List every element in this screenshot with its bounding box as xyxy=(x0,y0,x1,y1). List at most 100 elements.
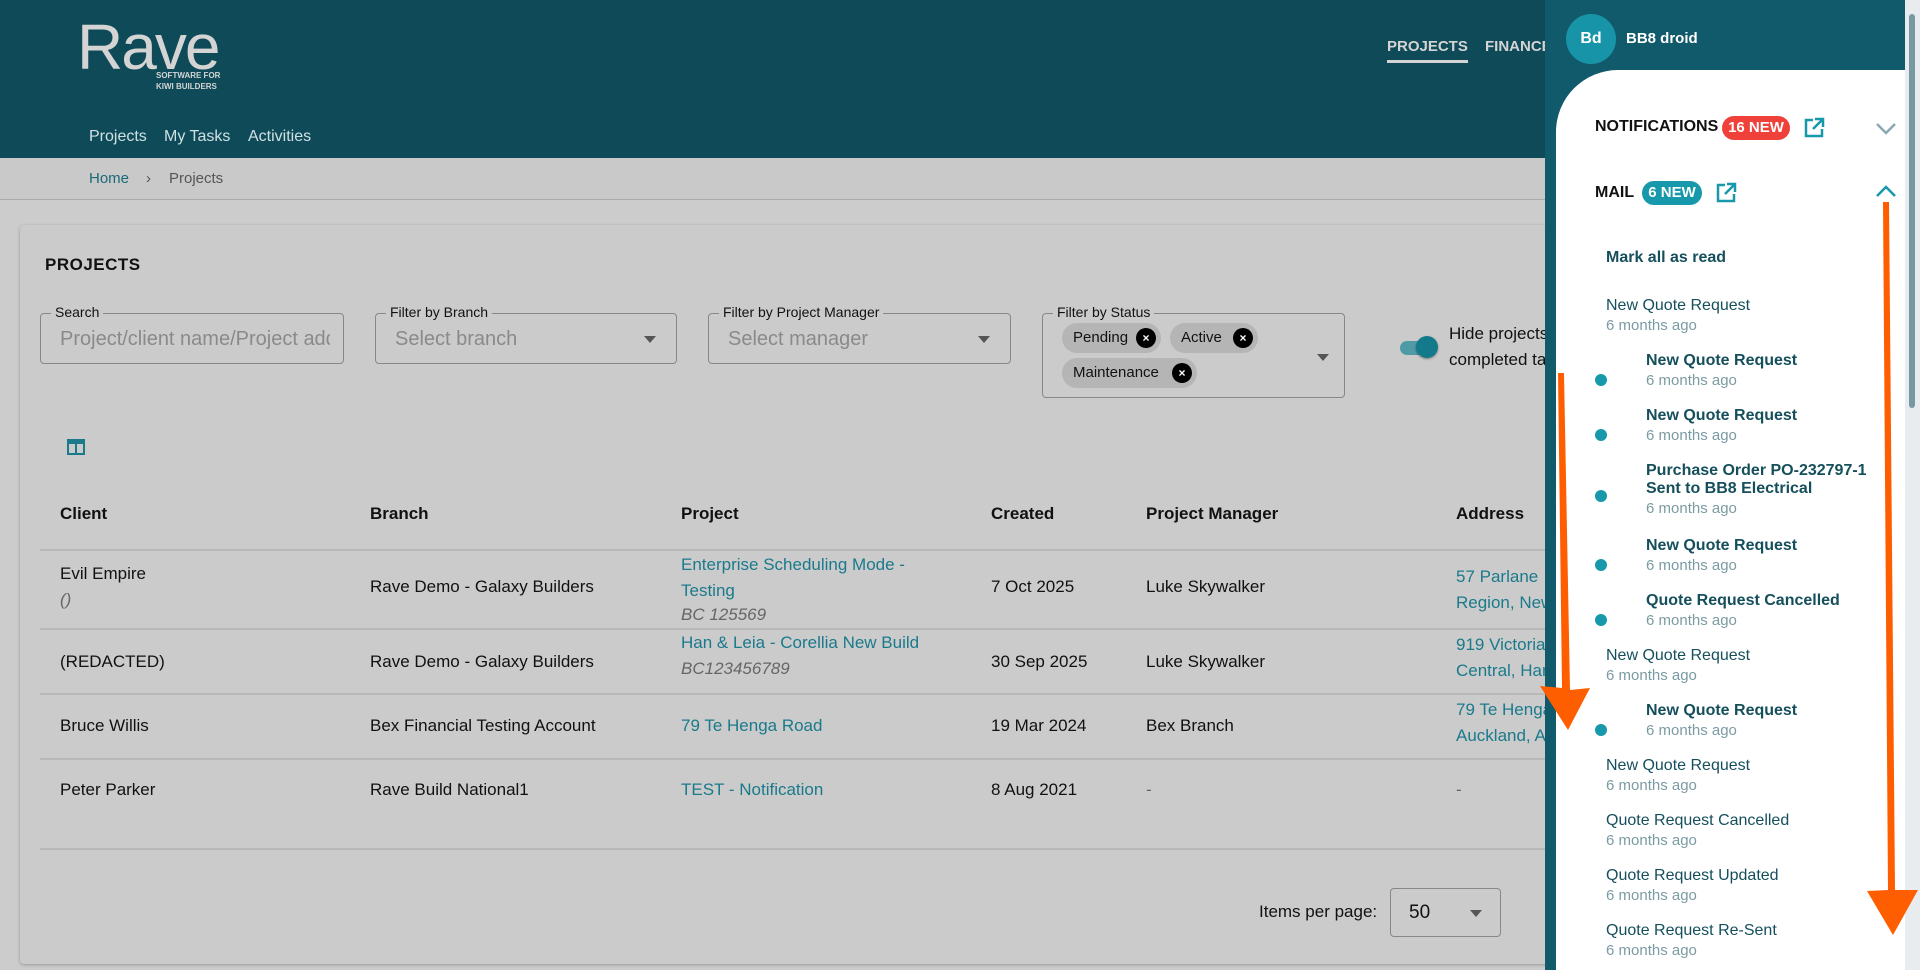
table-row[interactable]: Bruce Willis Bex Financial Testing Accou… xyxy=(20,694,1560,758)
branch-select[interactable]: Filter by Branch Select branch xyxy=(375,304,677,364)
project-manager: Luke Skywalker xyxy=(1146,577,1266,596)
project-manager: - xyxy=(1146,780,1152,799)
mail-item-title: Quote Request Cancelled xyxy=(1606,812,1790,829)
mail-item-title: New Quote Request xyxy=(1646,702,1798,719)
mail-item-title-line2: Sent to BB8 Electrical xyxy=(1646,480,1813,497)
table-row[interactable]: Evil Empire () Rave Demo - Galaxy Builde… xyxy=(20,550,1560,629)
mail-item[interactable]: Quote Request Updated 6 months ago xyxy=(1606,867,1779,904)
remove-chip-icon[interactable]: × xyxy=(1233,328,1253,348)
unread-dot-icon xyxy=(1595,374,1607,386)
mail-item-title: Quote Request Updated xyxy=(1606,867,1779,884)
top-nav-projects[interactable]: PROJECTS xyxy=(1387,38,1468,63)
address-link[interactable]: 57 Parlane Region, New xyxy=(1456,564,1553,616)
chip-label: Pending xyxy=(1073,329,1129,346)
dropdown-arrow-icon xyxy=(1470,910,1482,917)
sub-nav-activities[interactable]: Activities xyxy=(248,128,311,146)
branch-name: Rave Demo - Galaxy Builders xyxy=(370,577,594,596)
breadcrumb-home[interactable]: Home xyxy=(89,170,129,187)
column-header-project[interactable]: Project xyxy=(681,504,739,524)
table-row[interactable]: (REDACTED) Rave Demo - Galaxy Builders H… xyxy=(20,629,1560,693)
hide-completed-toggle[interactable] xyxy=(1400,336,1440,358)
client-name: Peter Parker xyxy=(60,780,156,799)
remove-chip-icon[interactable]: × xyxy=(1136,328,1156,348)
search-input[interactable]: Search Project/client name/Project addre… xyxy=(40,304,344,364)
chevron-up-icon[interactable] xyxy=(1875,184,1897,198)
mail-item-time: 6 months ago xyxy=(1606,777,1697,794)
mail-item-title: New Quote Request xyxy=(1646,537,1798,554)
project-link[interactable]: Enterprise Scheduling Mode - Testing xyxy=(681,552,905,604)
mail-item[interactable]: Quote Request Re-Sent 6 months ago xyxy=(1606,922,1777,959)
mail-item[interactable]: New Quote Request 6 months ago xyxy=(1646,702,1797,739)
column-header-created[interactable]: Created xyxy=(991,504,1054,524)
column-settings-icon[interactable] xyxy=(67,439,85,455)
address-link[interactable]: 919 Victoria Central, Ham xyxy=(1456,632,1556,684)
items-per-page-select[interactable]: 50 xyxy=(1390,888,1501,937)
mail-item[interactable]: New Quote Request 6 months ago xyxy=(1646,537,1797,574)
branch-name: Bex Financial Testing Account xyxy=(370,716,596,735)
top-nav-finance[interactable]: FINANCE xyxy=(1485,38,1552,55)
chevron-down-icon[interactable] xyxy=(1875,122,1897,136)
mail-item-time: 6 months ago xyxy=(1646,722,1737,739)
sub-nav-projects[interactable]: Projects xyxy=(89,128,147,146)
mail-item[interactable]: Purchase Order PO-232797-1 Sent to BB8 El… xyxy=(1646,462,1867,517)
mail-item-time: 6 months ago xyxy=(1606,667,1697,684)
chip-label: Active xyxy=(1181,329,1222,346)
address-line: 79 Te Henga xyxy=(1456,700,1553,719)
manager-label: Filter by Project Manager xyxy=(719,304,884,320)
open-external-icon[interactable] xyxy=(1803,117,1825,139)
project-name-line: Testing xyxy=(681,581,735,600)
mail-item-title: New Quote Request xyxy=(1606,297,1751,314)
column-header-manager[interactable]: Project Manager xyxy=(1146,504,1278,524)
column-header-branch[interactable]: Branch xyxy=(370,504,429,524)
address-line: 919 Victoria xyxy=(1456,635,1546,654)
dropdown-arrow-icon xyxy=(1317,354,1329,361)
breadcrumb-separator: › xyxy=(146,170,151,187)
mail-heading[interactable]: MAIL xyxy=(1595,184,1634,202)
mail-item[interactable]: New Quote Request 6 months ago xyxy=(1646,352,1797,389)
scrollbar-thumb[interactable] xyxy=(1909,14,1915,408)
mail-item[interactable]: Quote Request Cancelled 6 months ago xyxy=(1606,812,1789,849)
sub-nav-my-tasks[interactable]: My Tasks xyxy=(164,128,230,146)
mail-item[interactable]: New Quote Request 6 months ago xyxy=(1646,407,1797,444)
mail-item[interactable]: New Quote Request 6 months ago xyxy=(1606,757,1750,794)
created-date: 7 Oct 2025 xyxy=(991,577,1075,596)
remove-chip-icon[interactable]: × xyxy=(1172,363,1192,383)
unread-dot-icon xyxy=(1595,724,1607,736)
dropdown-arrow-icon xyxy=(644,336,656,343)
column-header-address[interactable]: Address xyxy=(1456,504,1524,524)
project-link[interactable]: Han & Leia - Corellia New Build xyxy=(681,633,919,653)
project-code: BC 125569 xyxy=(681,605,767,624)
status-chip-maintenance: Maintenance × xyxy=(1062,358,1197,388)
toggle-thumb xyxy=(1416,336,1438,358)
mail-item-time: 6 months ago xyxy=(1606,942,1697,959)
table-row[interactable]: Peter Parker Rave Build National1 TEST -… xyxy=(20,759,1560,823)
avatar[interactable]: Bd xyxy=(1566,14,1616,64)
created-date: 8 Aug 2021 xyxy=(991,780,1078,799)
project-link[interactable]: 79 Te Henga Road xyxy=(681,716,822,736)
mail-item-title: New Quote Request xyxy=(1646,407,1798,424)
mail-item[interactable]: New Quote Request 6 months ago xyxy=(1606,297,1750,334)
mark-all-read-button[interactable]: Mark all as read xyxy=(1606,249,1726,267)
mail-item-time: 6 months ago xyxy=(1646,500,1737,517)
mail-item[interactable]: New Quote Request 6 months ago xyxy=(1606,647,1750,684)
address-link[interactable]: 79 Te Henga Auckland, A xyxy=(1456,697,1552,749)
mail-item-time: 6 months ago xyxy=(1606,887,1697,904)
open-external-icon[interactable] xyxy=(1715,182,1737,204)
column-header-client[interactable]: Client xyxy=(60,504,107,524)
mail-item-title: Quote Request Re-Sent xyxy=(1606,922,1777,939)
client-name: Bruce Willis xyxy=(60,716,149,735)
dropdown-arrow-icon xyxy=(978,336,990,343)
status-chip-active: Active × xyxy=(1170,323,1258,353)
notifications-heading[interactable]: NOTIFICATIONS xyxy=(1595,118,1718,136)
logo-tagline: SOFTWARE FOR KIWI BUILDERS xyxy=(156,70,220,92)
client-name: Evil Empire xyxy=(60,564,146,583)
address-line: 57 Parlane xyxy=(1456,567,1539,586)
mail-item[interactable]: Quote Request Cancelled 6 months ago xyxy=(1646,592,1840,629)
project-code: BC123456789 xyxy=(681,659,790,678)
page-title: PROJECTS xyxy=(45,255,141,274)
user-name: BB8 droid xyxy=(1626,30,1698,47)
manager-select[interactable]: Filter by Project Manager Select manager xyxy=(708,304,1011,364)
project-link[interactable]: TEST - Notification xyxy=(681,780,823,800)
tagline-line: KIWI BUILDERS xyxy=(156,82,217,91)
status-select[interactable]: Filter by Status Pending × Active × Mainte… xyxy=(1042,304,1345,398)
